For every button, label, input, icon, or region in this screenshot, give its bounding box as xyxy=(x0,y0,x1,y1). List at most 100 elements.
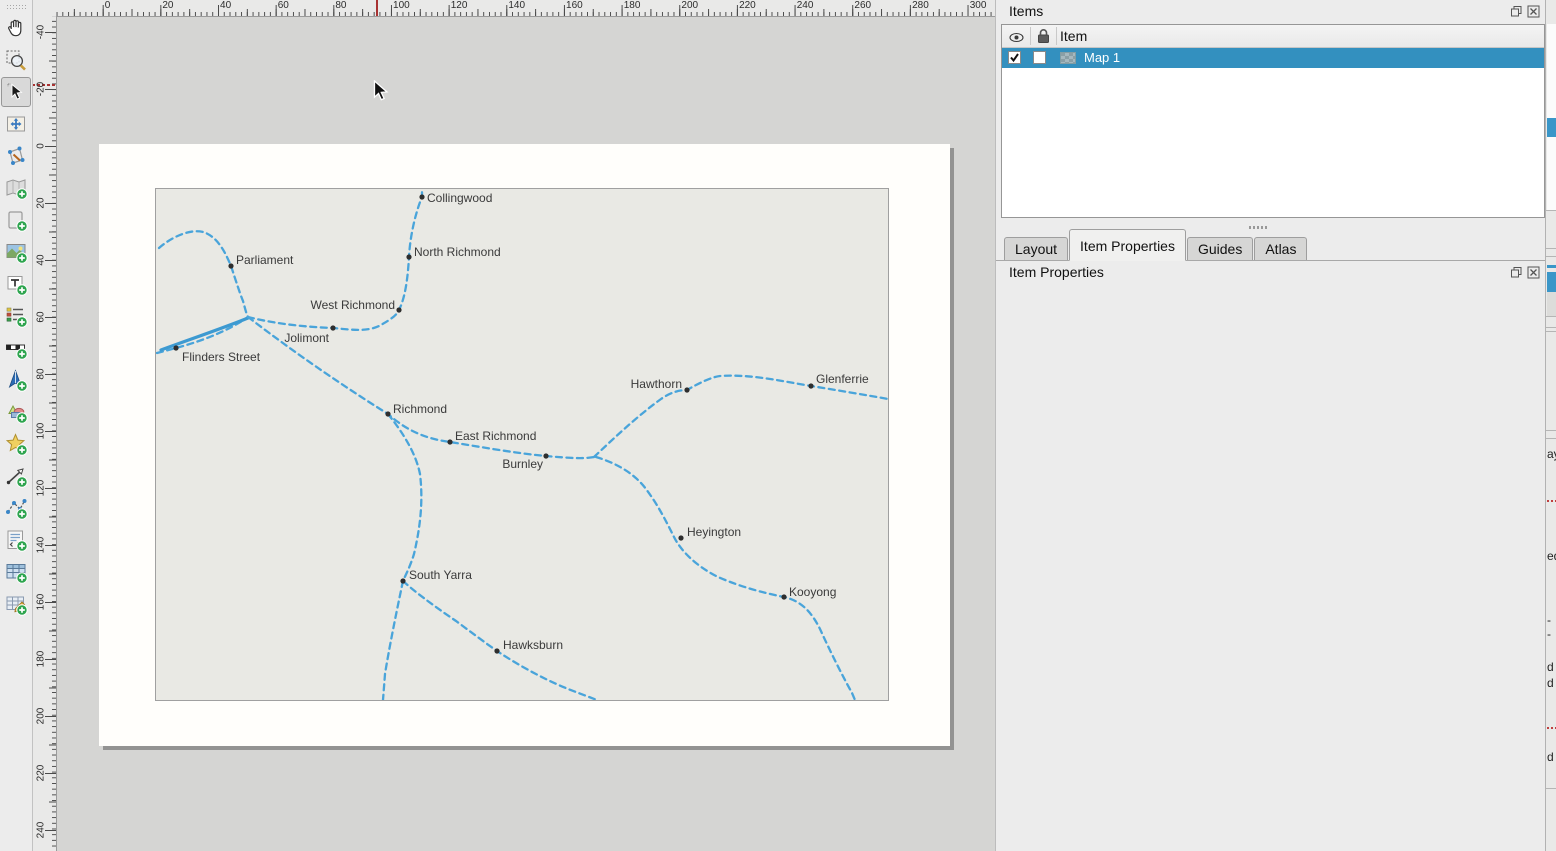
tool-select-move-item[interactable] xyxy=(1,77,31,107)
rail-line-south xyxy=(383,414,421,700)
tab-guides[interactable]: Guides xyxy=(1187,237,1253,260)
add-north-arrow-icon xyxy=(4,368,28,392)
pan-layout-icon xyxy=(4,16,28,40)
ruler-left-label: -20 xyxy=(36,78,47,100)
add-picture-icon xyxy=(4,240,28,264)
station-dot xyxy=(396,307,401,312)
tool-add-html[interactable] xyxy=(1,525,31,555)
station-label: South Yarra xyxy=(409,568,472,582)
add-label-icon xyxy=(4,272,28,296)
ruler-left-label: 120 xyxy=(36,477,47,499)
edit-nodes-item-icon xyxy=(4,144,28,168)
tool-add-label[interactable] xyxy=(1,269,31,299)
tool-edit-nodes-item[interactable] xyxy=(1,141,31,171)
right-dock-panel: Items xyxy=(995,0,1546,851)
items-panel-titlebar: Items xyxy=(996,0,1546,22)
ruler-left-label: 100 xyxy=(36,420,47,442)
ruler-top-label: 240 xyxy=(797,0,814,11)
add-scalebar-icon xyxy=(4,336,28,360)
station-label: Hawksburn xyxy=(503,638,563,652)
sliver-text-fragment: - - xyxy=(1547,613,1556,641)
ruler-left-label: 20 xyxy=(36,192,47,214)
item-row-map-1[interactable]: Map 1 xyxy=(1002,48,1544,68)
ruler-left-label: 140 xyxy=(36,534,47,556)
station-label: West Richmond xyxy=(311,298,395,312)
item-properties-close-icon[interactable] xyxy=(1527,266,1540,279)
tool-move-item-content[interactable] xyxy=(1,109,31,139)
ruler-corner xyxy=(32,0,57,17)
station-dot xyxy=(406,254,411,259)
tab-atlas[interactable]: Atlas xyxy=(1254,237,1307,260)
tool-add-scalebar[interactable] xyxy=(1,333,31,363)
station-dot xyxy=(447,439,452,444)
sliver-text-fragment: ed xyxy=(1547,549,1556,563)
tool-zoom[interactable] xyxy=(1,45,31,75)
station-dot xyxy=(330,325,335,330)
station-label: Kooyong xyxy=(789,585,836,599)
station-dot xyxy=(419,194,424,199)
map-content: CollingwoodParliamentNorth RichmondWest … xyxy=(156,189,888,700)
visibility-checkbox[interactable] xyxy=(1008,51,1021,64)
tool-add-fixed-table[interactable] xyxy=(1,589,31,619)
station-dot xyxy=(228,263,233,268)
tool-add-arrow[interactable] xyxy=(1,461,31,491)
select-move-item-icon xyxy=(4,80,28,104)
items-tree-header: Item xyxy=(1002,25,1544,48)
station-dot xyxy=(385,411,390,416)
item-properties-float-icon[interactable] xyxy=(1510,266,1523,279)
tab-item-properties[interactable]: Item Properties xyxy=(1069,229,1186,261)
station-dot xyxy=(173,345,178,350)
station-label: Hawthorn xyxy=(631,377,682,391)
tool-add-north-arrow[interactable] xyxy=(1,365,31,395)
tab-layout[interactable]: Layout xyxy=(1004,237,1068,260)
items-panel: Items xyxy=(996,0,1546,22)
station-label: Flinders Street xyxy=(182,350,261,364)
ruler-left-label: 80 xyxy=(36,363,47,385)
layout-page[interactable]: CollingwoodParliamentNorth RichmondWest … xyxy=(99,144,950,746)
station-dot xyxy=(808,383,813,388)
tool-add-attribute-table[interactable] xyxy=(1,557,31,587)
tool-add-picture[interactable] xyxy=(1,237,31,267)
tool-add-3d-map[interactable] xyxy=(1,205,31,235)
ruler-top-label: 140 xyxy=(508,0,525,11)
qgis-layout-designer-window: 0204060801001201401601802002202402602803… xyxy=(0,0,1556,851)
ruler-top-label: 80 xyxy=(335,0,346,11)
rail-line-hawksburn xyxy=(403,581,597,700)
panel-tab-bar: LayoutItem PropertiesGuidesAtlas xyxy=(996,230,1546,261)
tool-add-node-item[interactable] xyxy=(1,493,31,523)
ruler-top-label: 300 xyxy=(970,0,987,11)
add-map-icon xyxy=(4,176,28,200)
ruler-top-label: 160 xyxy=(566,0,583,11)
ruler-top-label: 40 xyxy=(220,0,231,11)
layout-canvas[interactable]: CollingwoodParliamentNorth RichmondWest … xyxy=(56,16,995,851)
station-dot xyxy=(543,453,548,458)
map-item-frame[interactable]: CollingwoodParliamentNorth RichmondWest … xyxy=(155,188,889,701)
ruler-top-label: 60 xyxy=(278,0,289,11)
solid-track-segment xyxy=(161,318,248,350)
items-panel-float-icon[interactable] xyxy=(1510,5,1523,18)
station-dot xyxy=(678,535,683,540)
add-node-item-icon xyxy=(4,496,28,520)
tool-pan-layout[interactable] xyxy=(1,13,31,43)
items-panel-close-icon[interactable] xyxy=(1527,5,1540,18)
station-label: Heyington xyxy=(687,525,741,539)
ruler-left-label: -40 xyxy=(36,21,47,43)
station-dot xyxy=(781,594,786,599)
vertical-ruler: -40-20020406080100120140160180200220240 xyxy=(32,16,57,851)
map-item-icon xyxy=(1060,52,1076,64)
add-attribute-table-icon xyxy=(4,560,28,584)
panel-splitter-handle[interactable] xyxy=(1249,226,1269,229)
add-shape-icon xyxy=(4,400,28,424)
lock-checkbox[interactable] xyxy=(1033,51,1046,64)
rail-line-city-loop-northwest xyxy=(159,231,248,317)
add-marker-icon xyxy=(4,432,28,456)
item-row-label: Map 1 xyxy=(1084,50,1120,65)
tool-add-map[interactable] xyxy=(1,173,31,203)
tool-add-legend[interactable] xyxy=(1,301,31,331)
background-window-sliver: ayed- -ddd xyxy=(1545,0,1556,851)
tool-add-shape[interactable] xyxy=(1,397,31,427)
tool-add-marker[interactable] xyxy=(1,429,31,459)
station-label: Jolimont xyxy=(284,331,329,345)
items-panel-title: Items xyxy=(1009,3,1043,19)
toolbar-drag-handle[interactable] xyxy=(6,4,26,10)
